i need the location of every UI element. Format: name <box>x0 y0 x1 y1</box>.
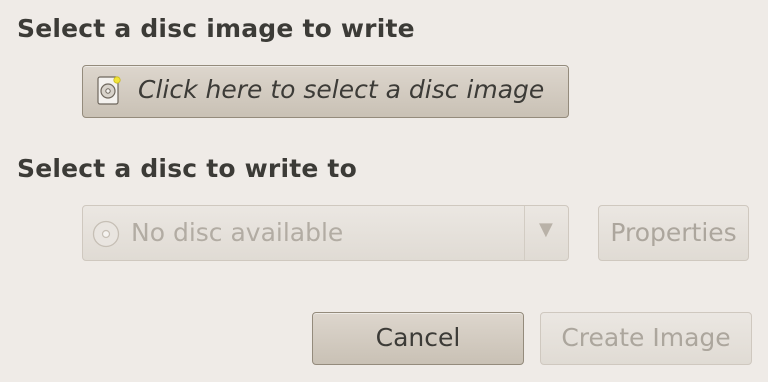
disc-image-file-icon <box>97 76 121 106</box>
combo-separator <box>524 206 525 260</box>
triangle-down-icon[interactable]: ▼ <box>539 219 553 240</box>
selected-disc-label: No disc available <box>131 218 344 247</box>
properties-button-label: Properties <box>610 218 737 247</box>
disc-section-heading: Select a disc to write to <box>17 154 357 183</box>
image-section-heading: Select a disc image to write <box>17 14 415 43</box>
disc-selector-combo[interactable]: No disc available ▼ <box>82 205 569 261</box>
create-image-button[interactable]: Create Image <box>540 312 752 365</box>
properties-button[interactable]: Properties <box>598 205 749 261</box>
cancel-button[interactable]: Cancel <box>312 312 524 365</box>
cancel-button-label: Cancel <box>375 323 461 352</box>
select-disc-image-button[interactable]: Click here to select a disc image <box>82 65 569 118</box>
create-image-button-label: Create Image <box>561 323 731 352</box>
optical-disc-icon <box>92 220 120 248</box>
select-disc-image-label: Click here to select a disc image <box>138 75 545 104</box>
